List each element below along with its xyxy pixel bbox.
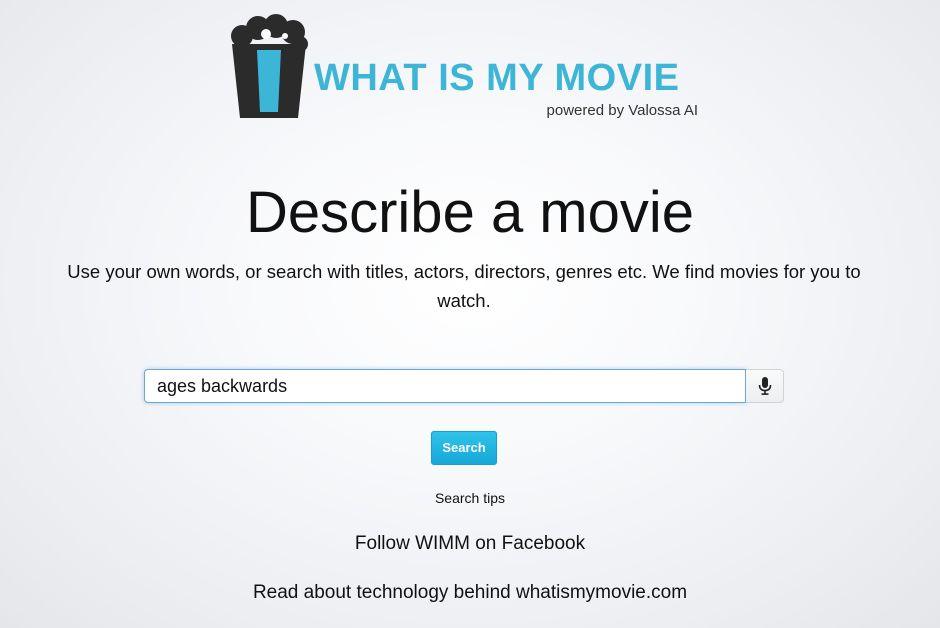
search-button[interactable]: Search [431, 431, 497, 465]
facebook-link[interactable]: Follow WIMM on Facebook [0, 533, 940, 555]
technology-link[interactable]: Read about technology behind whatismymov… [0, 582, 940, 604]
logo-title: WHAT IS MY MOVIE [314, 57, 680, 99]
microphone-icon [758, 377, 771, 395]
logo-subtitle: powered by Valossa AI [546, 102, 698, 119]
search-input[interactable] [144, 369, 746, 403]
page-description: Use your own words, or search with title… [67, 261, 861, 311]
voice-search-button[interactable] [746, 369, 784, 403]
popcorn-box-icon [231, 14, 308, 118]
page-title: Describe a movie [245, 180, 695, 245]
search-tips-link[interactable]: Search tips [0, 490, 940, 506]
site-logo[interactable]: WHAT IS MY MOVIE powered by Valossa AI [230, 14, 710, 124]
